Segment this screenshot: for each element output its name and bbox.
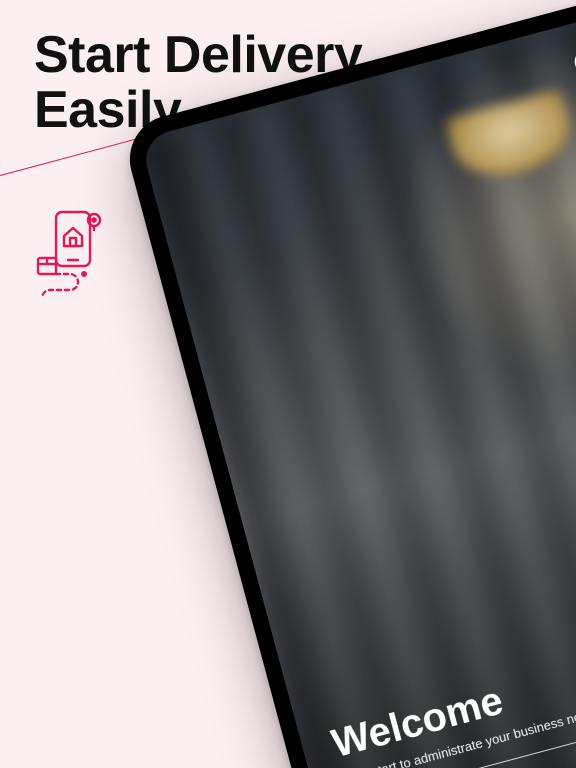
tablet-frame: Ordering Welcome Let's start to administ…: [120, 0, 576, 768]
tablet-mockup: Ordering Welcome Let's start to administ…: [120, 0, 576, 768]
promo-canvas: Start Delivery Easily: [0, 0, 576, 768]
tablet-screen: Ordering Welcome Let's start to administ…: [140, 0, 576, 768]
delivery-route-icon: [36, 208, 114, 301]
